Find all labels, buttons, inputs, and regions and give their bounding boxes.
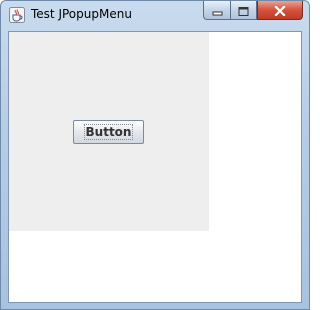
- popup-panel[interactable]: Button: [9, 32, 209, 231]
- button-label: Button: [83, 124, 134, 140]
- app-window: Test JPopupMenu Button: [0, 0, 310, 310]
- maximize-icon: [238, 1, 249, 20]
- close-button[interactable]: [257, 1, 303, 20]
- main-button[interactable]: Button: [73, 120, 144, 144]
- close-icon: [274, 1, 286, 20]
- caption-buttons: [203, 1, 303, 21]
- java-cup-icon[interactable]: [9, 7, 25, 23]
- content-pane: Button: [8, 31, 302, 303]
- title-bar[interactable]: Test JPopupMenu: [1, 1, 309, 29]
- window-title: Test JPopupMenu: [31, 7, 132, 21]
- minimize-button[interactable]: [203, 1, 230, 20]
- minimize-icon: [212, 1, 223, 20]
- maximize-button[interactable]: [230, 1, 257, 20]
